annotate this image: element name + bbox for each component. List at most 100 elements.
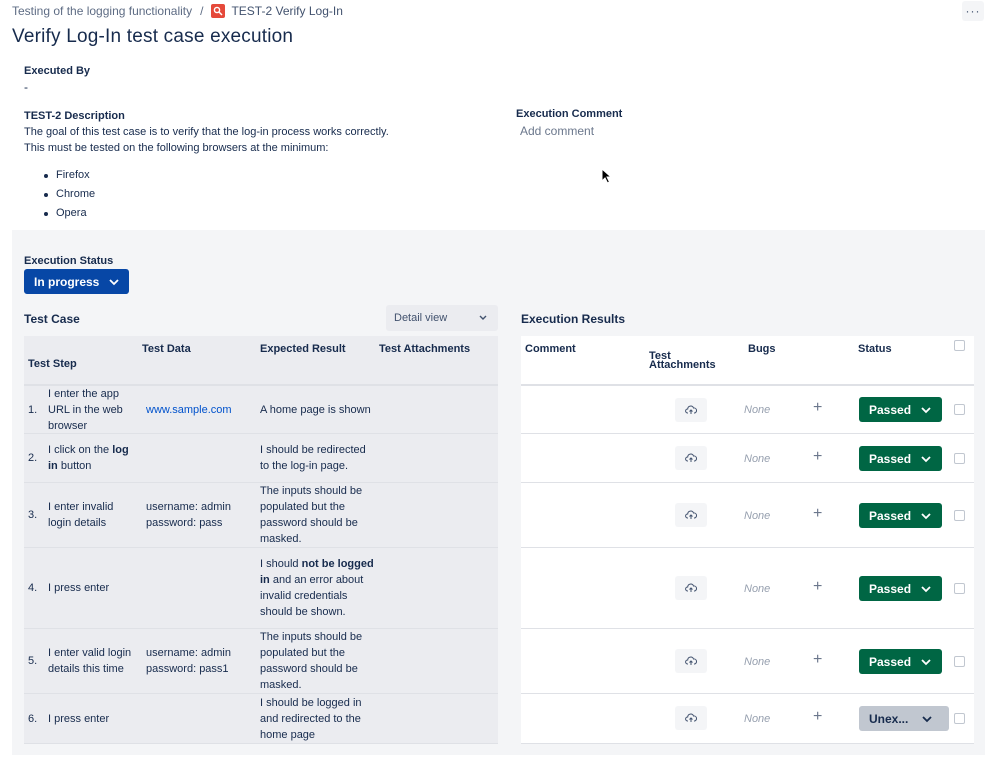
executed-by-label: Executed By <box>24 65 91 77</box>
table-row: None + Passed <box>521 483 974 548</box>
step-number: 5. <box>28 655 38 667</box>
status-dropdown[interactable]: Unex... <box>859 706 949 731</box>
step-number: 3. <box>28 509 38 521</box>
status-dropdown[interactable]: Passed <box>859 446 942 471</box>
step-text: I enter valid login details this time <box>48 647 132 675</box>
cloud-upload-icon <box>685 713 697 722</box>
cloud-upload-icon <box>685 405 697 414</box>
table-row: 5. I enter valid login details this time … <box>24 629 498 694</box>
test-data: username: admin password: pass <box>146 501 231 529</box>
test-case-title: Test Case <box>24 312 80 326</box>
column-header-comment: Comment <box>525 343 576 355</box>
test-description: TEST-2 Description The goal of this test… <box>24 108 484 223</box>
breadcrumb-issue-link[interactable]: TEST-2 Verify Log-In <box>231 4 342 18</box>
row-checkbox[interactable] <box>954 583 965 594</box>
expected-result: I should be redirected to the log-in pag… <box>260 444 366 472</box>
view-mode-value: Detail view <box>394 312 448 324</box>
browser-list: Firefox Chrome Opera <box>44 166 484 223</box>
issue-key: TEST-2 <box>231 4 273 18</box>
step-number: 6. <box>28 712 38 725</box>
upload-attachment-button[interactable] <box>675 446 707 470</box>
expected-result: The inputs should be populated but the p… <box>260 485 363 545</box>
test-issue-icon <box>211 4 226 18</box>
upload-attachment-button[interactable] <box>675 576 707 600</box>
test-data-link[interactable]: www.sample.com <box>146 404 232 416</box>
table-row: 6. I press enter I should be logged in an… <box>24 694 498 744</box>
step-text: I press enter <box>48 582 110 594</box>
breadcrumb-parent-link[interactable]: Testing of the logging functionality <box>12 4 192 18</box>
breadcrumb: Testing of the logging functionality / T… <box>12 4 343 18</box>
status-dropdown[interactable]: Passed <box>859 649 942 674</box>
upload-attachment-button[interactable] <box>675 706 707 730</box>
table-row: 4. I press enter I should not be logged i… <box>24 548 498 629</box>
upload-attachment-button[interactable] <box>675 503 707 527</box>
table-row: None + Passed <box>521 629 974 694</box>
expected-result: The inputs should be populated but the p… <box>260 631 363 691</box>
execution-status-value: In progress <box>34 274 100 289</box>
upload-attachment-button[interactable] <box>675 398 707 422</box>
step-number: 2. <box>28 452 38 464</box>
column-header-test-step: Test Step <box>28 357 77 370</box>
row-checkbox[interactable] <box>954 713 965 724</box>
list-item: Chrome <box>44 185 484 204</box>
test-data: username: admin password: pass1 <box>146 647 231 675</box>
table-header: Comment Test Attachments Bugs Status <box>521 336 974 386</box>
bugs-none: None <box>744 510 771 522</box>
row-checkbox[interactable] <box>954 404 965 415</box>
table-row: 1. I enter the app URL in the web browser… <box>24 386 498 434</box>
select-all-checkbox[interactable] <box>954 340 965 351</box>
column-header-expected-result: Expected Result <box>260 343 346 355</box>
page-title: Verify Log-In test case execution <box>12 26 294 47</box>
column-header-test-attachments: Test Attachments <box>379 343 471 355</box>
add-comment-field[interactable]: Add comment <box>516 124 622 138</box>
step-text: I click on the log in button <box>48 444 129 472</box>
expected-result: I should not be logged in and an error a… <box>260 558 374 618</box>
expected-result: I should be logged in and redirected to … <box>260 696 362 741</box>
more-actions-button[interactable]: ··· <box>962 1 984 21</box>
list-item: Opera <box>44 204 484 223</box>
bugs-none: None <box>744 713 771 725</box>
column-header-status: Status <box>858 343 892 355</box>
add-bug-button[interactable]: + <box>813 448 822 466</box>
table-row: None + Passed <box>521 548 974 629</box>
column-header-bugs: Bugs <box>748 343 776 355</box>
cloud-upload-icon <box>685 656 697 665</box>
status-dropdown[interactable]: Passed <box>859 397 942 422</box>
table-row: None + Unex... <box>521 694 974 744</box>
execution-status-label: Execution Status <box>24 255 114 267</box>
expected-result: A home page is shown <box>260 403 371 416</box>
executed-by-value: - <box>24 80 28 94</box>
table-row: 3. I enter invalid login details username… <box>24 483 498 548</box>
upload-attachment-button[interactable] <box>675 649 707 673</box>
bugs-none: None <box>744 583 771 595</box>
status-dropdown[interactable]: Passed <box>859 503 942 528</box>
chevron-down-icon <box>922 715 932 722</box>
chevron-down-icon <box>921 658 931 665</box>
cloud-upload-icon <box>685 510 697 519</box>
table-row: None + Passed <box>521 386 974 434</box>
list-item: Firefox <box>44 166 484 185</box>
chevron-down-icon <box>921 455 931 462</box>
executed-by-section: Executed By - <box>24 65 90 94</box>
chevron-down-icon <box>921 406 931 413</box>
execution-results-title: Execution Results <box>521 312 626 326</box>
execution-comment-section: Execution Comment Add comment <box>516 108 622 138</box>
add-bug-button[interactable]: + <box>813 708 822 726</box>
issue-title: Verify Log-In <box>275 4 343 18</box>
add-bug-button[interactable]: + <box>813 399 822 417</box>
step-text: I enter invalid login details <box>48 501 114 529</box>
row-checkbox[interactable] <box>954 453 965 464</box>
view-mode-select[interactable]: Detail view <box>386 305 498 331</box>
bugs-none: None <box>744 656 771 668</box>
table-row: None + Passed <box>521 434 974 483</box>
add-bug-button[interactable]: + <box>813 505 822 523</box>
table-row: 2. I click on the log in button I should … <box>24 434 498 483</box>
status-dropdown[interactable]: Passed <box>859 576 942 601</box>
execution-status-dropdown[interactable]: In progress <box>24 269 129 294</box>
test-case-table: Test Step Test Data Expected Result Test… <box>24 336 498 744</box>
add-bug-button[interactable]: + <box>813 578 822 596</box>
step-number: 1. <box>28 403 38 416</box>
row-checkbox[interactable] <box>954 656 965 667</box>
row-checkbox[interactable] <box>954 510 965 521</box>
add-bug-button[interactable]: + <box>813 651 822 669</box>
